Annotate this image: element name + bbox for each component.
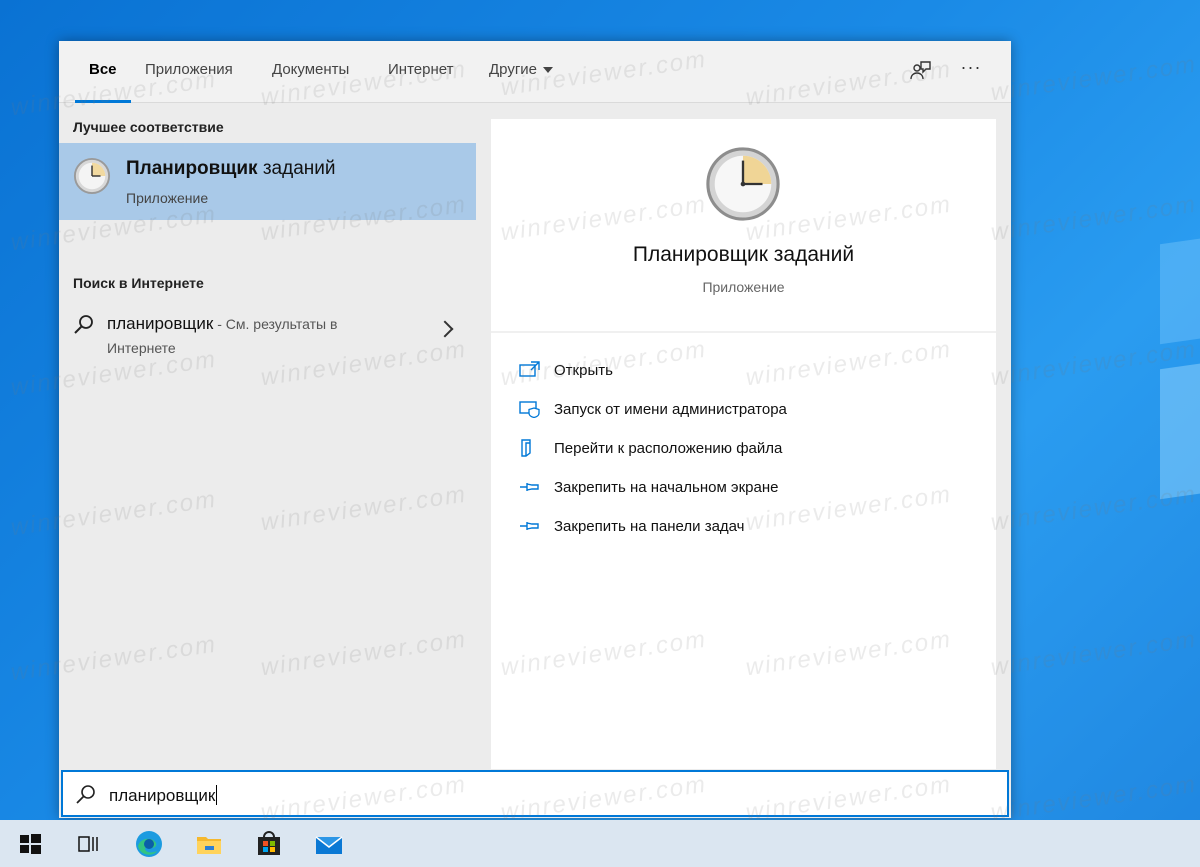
- action-run-as-admin[interactable]: Запуск от имени администратора: [519, 396, 979, 424]
- shield-icon: [519, 401, 540, 418]
- pin-icon: [520, 483, 539, 491]
- web-search-header: Поиск в Интернете: [73, 275, 204, 291]
- tab-web[interactable]: Интернет: [388, 61, 453, 103]
- preview-pane: Планировщик заданий Приложение Открыть З…: [491, 119, 996, 769]
- file-location-icon: [521, 439, 531, 457]
- tab-apps[interactable]: Приложения: [145, 61, 233, 103]
- task-view-icon[interactable]: [72, 828, 104, 860]
- action-open-file-location-label: Перейти к расположению файла: [554, 440, 783, 457]
- tab-other[interactable]: Другие: [489, 61, 554, 103]
- task-scheduler-icon: [706, 147, 780, 221]
- search-window: Все Приложения Документы Интернет Другие…: [59, 41, 1011, 818]
- search-tabbar: Все Приложения Документы Интернет Другие…: [59, 41, 1011, 103]
- watermark: winreviewer.com: [989, 50, 1199, 107]
- best-match-title: Планировщик заданий: [126, 158, 336, 179]
- best-match-subtitle: Приложение: [126, 190, 209, 206]
- store-icon[interactable]: [253, 828, 285, 860]
- best-match-result[interactable]: Планировщик заданий Приложение: [59, 143, 476, 220]
- action-pin-to-taskbar-label: Закрепить на панели задач: [554, 518, 745, 535]
- tab-all[interactable]: Все: [75, 61, 130, 103]
- web-result-hint-line2: Интернете: [107, 340, 176, 356]
- text-caret: [216, 785, 218, 805]
- open-icon: [519, 361, 540, 377]
- results-list: Лучшее соответствие Планировщик заданий …: [59, 103, 476, 769]
- start-icon[interactable]: [14, 828, 46, 860]
- desktop-decoration: [1160, 360, 1200, 500]
- preview-header: Планировщик заданий Приложение: [491, 119, 996, 333]
- best-match-header: Лучшее соответствие: [73, 119, 224, 135]
- tab-other-label: Другие: [489, 61, 538, 78]
- preview-subtitle: Приложение: [702, 279, 785, 295]
- tab-documents[interactable]: Документы: [272, 61, 349, 103]
- search-input-value: планировщик: [109, 785, 218, 805]
- file-explorer-icon[interactable]: [193, 828, 225, 860]
- search-icon: [76, 785, 95, 804]
- search-input[interactable]: планировщик: [61, 770, 1009, 817]
- chevron-right-icon[interactable]: [436, 320, 454, 338]
- action-pin-to-start-label: Закрепить на начальном экране: [554, 479, 779, 496]
- more-options-icon[interactable]: ···: [959, 57, 983, 81]
- action-pin-to-taskbar[interactable]: Закрепить на панели задач: [519, 513, 979, 541]
- web-search-result[interactable]: планировщик - См. результаты в Интернете: [59, 303, 476, 363]
- watermark: winreviewer.com: [989, 190, 1199, 247]
- taskbar: [0, 820, 1200, 867]
- action-pin-to-start[interactable]: Закрепить на начальном экране: [519, 474, 979, 502]
- action-open-label: Открыть: [554, 362, 613, 379]
- web-result-text: планировщик - См. результаты в: [107, 314, 338, 333]
- desktop-decoration: [1160, 235, 1200, 345]
- pin-icon: [520, 522, 539, 530]
- task-scheduler-icon: [73, 157, 111, 195]
- watermark: winreviewer.com: [989, 770, 1199, 827]
- watermark: winreviewer.com: [989, 625, 1199, 682]
- action-open[interactable]: Открыть: [519, 357, 979, 385]
- action-open-file-location[interactable]: Перейти к расположению файла: [519, 435, 979, 463]
- edge-icon[interactable]: [133, 828, 165, 860]
- action-run-as-admin-label: Запуск от имени администратора: [554, 401, 787, 418]
- preview-title: Планировщик заданий: [632, 243, 855, 266]
- feedback-icon[interactable]: [908, 59, 932, 83]
- search-icon: [74, 315, 93, 334]
- mail-icon[interactable]: [313, 828, 345, 860]
- chevron-down-icon: [543, 67, 554, 74]
